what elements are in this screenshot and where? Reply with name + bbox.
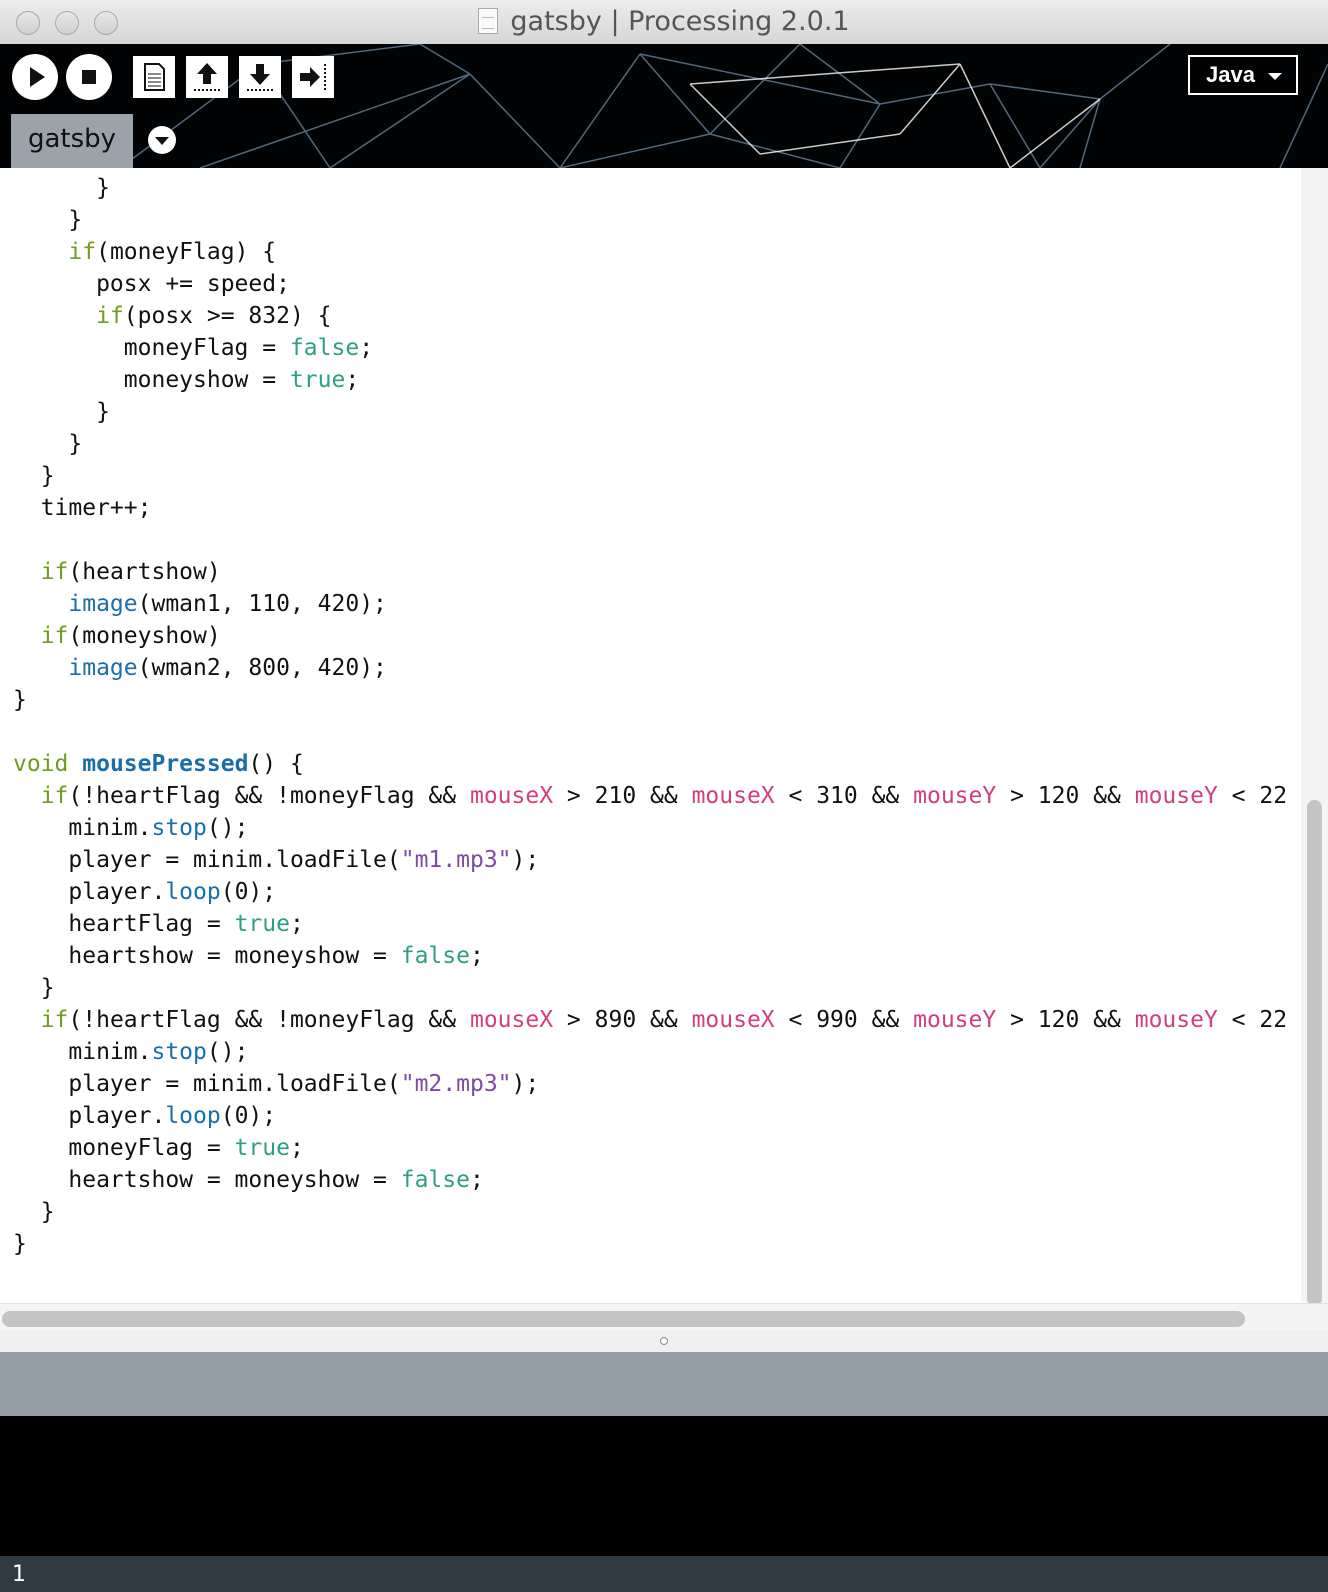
code-line: } xyxy=(13,175,110,201)
code-line: if(moneyshow) xyxy=(40,623,221,649)
divider-handle[interactable] xyxy=(660,1337,668,1345)
chevron-down-icon xyxy=(1268,73,1282,80)
horizontal-scrollbar-thumb[interactable] xyxy=(2,1311,1245,1327)
code-line: } xyxy=(13,207,83,233)
stop-button[interactable] xyxy=(66,54,112,100)
open-upload-icon xyxy=(194,63,220,91)
code-line: if(!heartFlag && !moneyFlag && mouseX > … xyxy=(40,1007,1288,1033)
code-line: } xyxy=(13,463,55,489)
code-line: player.loop(0); xyxy=(13,879,277,905)
code-line: } xyxy=(13,399,110,425)
code-line: } xyxy=(13,1199,55,1225)
code-line: posx += speed; xyxy=(13,271,290,297)
code-line: if(heartshow) xyxy=(40,559,221,585)
code-line: } xyxy=(13,687,27,713)
tab-menu-button[interactable] xyxy=(148,126,176,154)
tab-gatsby[interactable]: gatsby xyxy=(11,114,133,168)
tab-label: gatsby xyxy=(27,124,117,154)
window-title: gatsby | Processing 2.0.1 xyxy=(0,6,1328,37)
new-file-icon xyxy=(144,63,165,91)
message-area xyxy=(0,1352,1328,1416)
line-status-bar xyxy=(0,1556,1328,1592)
code-line: moneyFlag = false; xyxy=(13,335,374,361)
new-button[interactable] xyxy=(133,56,175,98)
save-button[interactable] xyxy=(239,56,281,98)
document-icon xyxy=(478,8,499,34)
open-button[interactable] xyxy=(186,56,228,98)
code-line: timer++; xyxy=(13,495,152,521)
code-line: } xyxy=(13,431,83,457)
window-title-text: gatsby | Processing 2.0.1 xyxy=(510,6,850,37)
code-line: player = minim.loadFile("m1.mp3"); xyxy=(13,847,540,873)
export-arrow-icon xyxy=(300,64,326,90)
code-line: moneyFlag = true; xyxy=(13,1135,304,1161)
mode-label: Java xyxy=(1206,62,1255,87)
code-line: minim.stop(); xyxy=(13,1039,249,1065)
export-button[interactable] xyxy=(292,56,334,98)
play-icon xyxy=(30,67,45,87)
console-area[interactable] xyxy=(0,1416,1328,1556)
code-line: player.loop(0); xyxy=(13,1103,277,1129)
code-line: heartshow = moneyshow = false; xyxy=(13,1167,484,1193)
code-line: if(moneyFlag) { xyxy=(68,239,277,265)
run-button[interactable] xyxy=(12,54,58,100)
code-text: } } if(moneyFlag) { posx += speed; if(po… xyxy=(13,172,1287,1260)
code-line: } xyxy=(13,975,55,1001)
code-line: heartFlag = true; xyxy=(13,911,304,937)
code-line: image(wman1, 110, 420); xyxy=(68,591,387,617)
line-number: 1 xyxy=(12,1562,26,1587)
toolbar-header: Java gatsby xyxy=(0,44,1328,168)
vertical-scrollbar-thumb[interactable] xyxy=(1307,800,1322,1306)
code-line: minim.stop(); xyxy=(13,815,249,841)
code-line: moneyshow = true; xyxy=(13,367,360,393)
code-line: if(posx >= 832) { xyxy=(96,303,332,329)
code-line: image(wman2, 800, 420); xyxy=(68,655,387,681)
save-download-icon xyxy=(247,64,273,91)
chevron-down-icon xyxy=(155,137,169,145)
mode-selector[interactable]: Java xyxy=(1188,55,1298,95)
stop-icon xyxy=(82,70,96,84)
code-line: if(!heartFlag && !moneyFlag && mouseX > … xyxy=(40,783,1288,809)
code-line: void mousePressed() { xyxy=(13,751,304,777)
code-line: player = minim.loadFile("m2.mp3"); xyxy=(13,1071,540,1097)
code-line: heartshow = moneyshow = false; xyxy=(13,943,484,969)
window-title-bar: gatsby | Processing 2.0.1 xyxy=(0,0,1328,45)
code-editor[interactable]: } } if(moneyFlag) { posx += speed; if(po… xyxy=(0,168,1301,1303)
code-line: } xyxy=(13,1231,27,1257)
